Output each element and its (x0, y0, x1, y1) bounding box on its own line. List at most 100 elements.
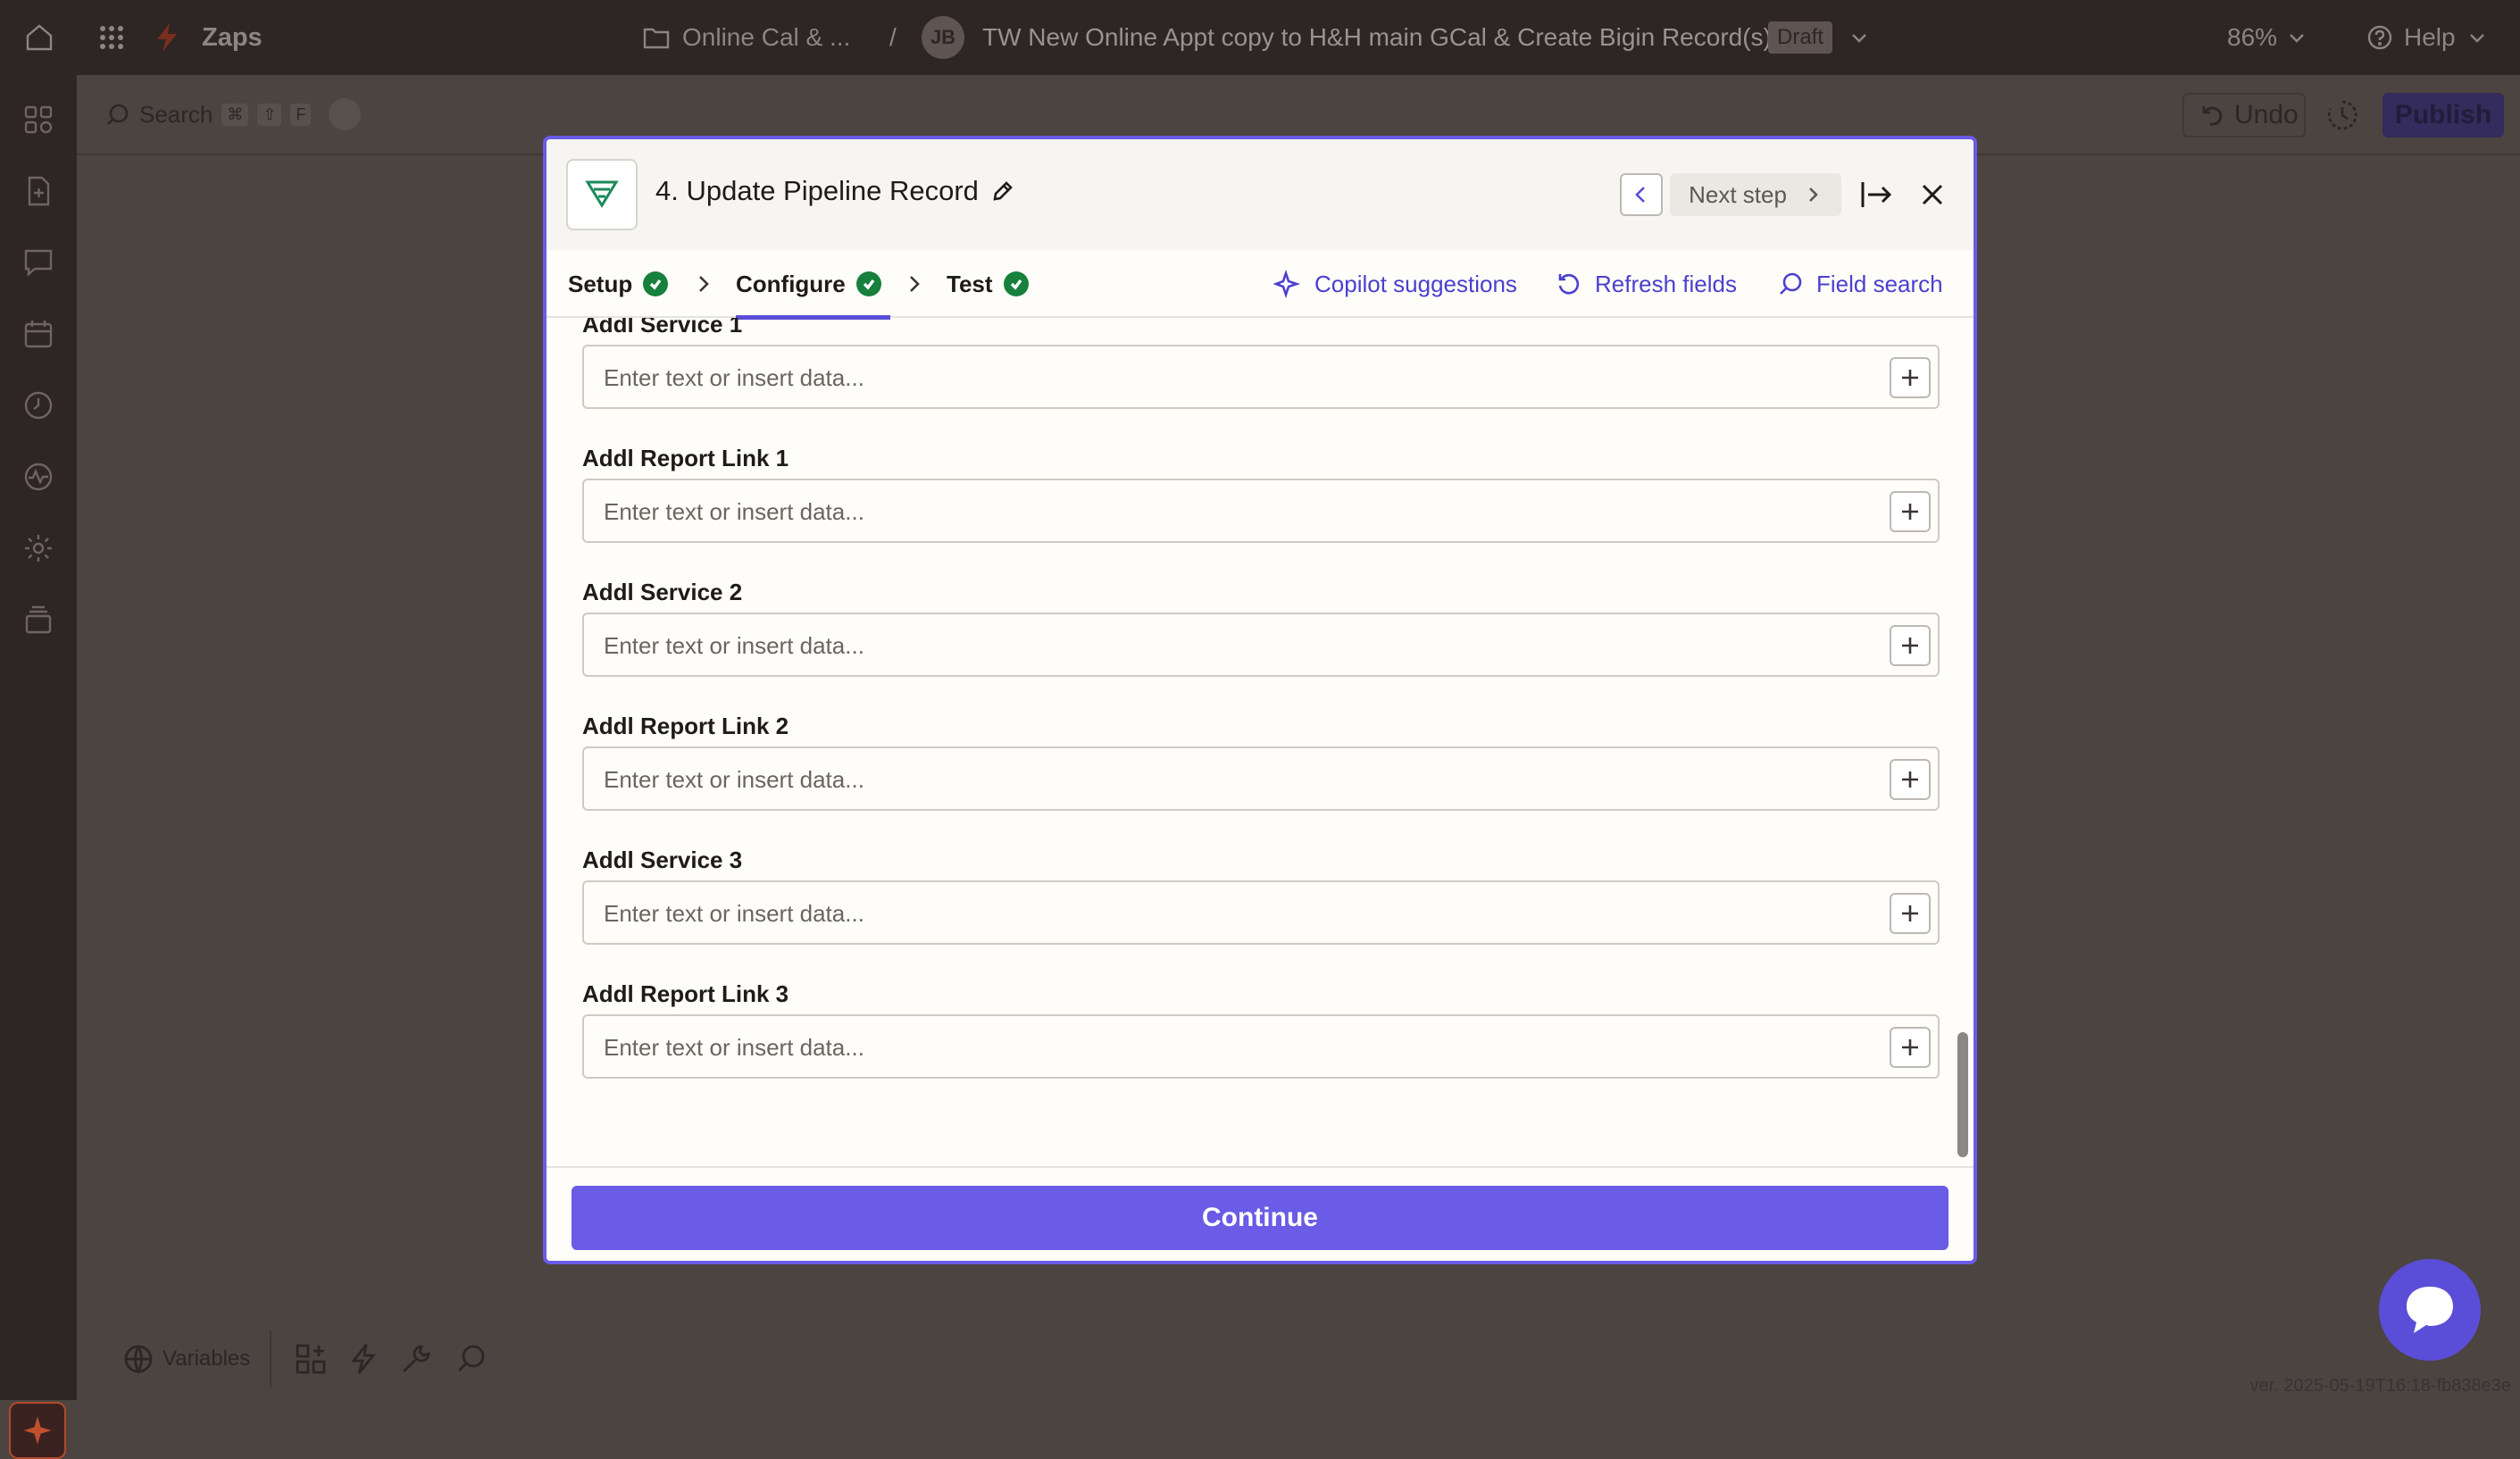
history-icon[interactable] (22, 389, 54, 421)
refresh-icon (1558, 273, 1580, 295)
app-name[interactable]: Zaps (202, 0, 263, 75)
plus-icon (1902, 370, 1918, 386)
zap-title[interactable]: TW New Online Appt copy to H&H main GCal… (982, 0, 1772, 75)
help-button[interactable]: Help (2366, 0, 2488, 75)
chevron-right-icon (904, 273, 925, 299)
folder-breadcrumb[interactable]: Online Cal & ... (643, 0, 850, 75)
status-dot (329, 98, 362, 130)
zoom-control[interactable]: 86% (2227, 0, 2307, 75)
help-icon (2367, 25, 2392, 50)
left-rail (0, 75, 77, 1459)
refresh-fields-button[interactable]: Refresh fields (1556, 250, 1737, 318)
tab-setup[interactable]: Setup (568, 250, 669, 318)
insert-data-button[interactable] (1890, 357, 1931, 398)
owner-avatar-wrap: JB (922, 0, 964, 75)
detach-panel-icon[interactable] (1859, 179, 1893, 215)
fields-list: Addl Service 1 Enter text or insert data… (547, 318, 1973, 1211)
field-placeholder: Enter text or insert data... (604, 632, 864, 659)
avatar[interactable]: JB (922, 16, 964, 59)
ai-assistant-button[interactable] (9, 1402, 66, 1459)
status-badge: Draft (1768, 21, 1833, 54)
field-search-button[interactable]: Field search (1777, 250, 1943, 318)
activity-icon[interactable] (22, 461, 54, 493)
insert-data-button[interactable] (1890, 759, 1931, 800)
close-icon[interactable] (1916, 179, 1948, 215)
chevron-down-icon (2469, 34, 2484, 43)
field-input-addl-service-1[interactable]: Enter text or insert data... (582, 345, 1940, 409)
zap-menu-chevron-icon[interactable] (1848, 0, 1870, 75)
document-icon[interactable] (22, 175, 54, 207)
undo-button[interactable]: Undo (2182, 93, 2306, 138)
canvas-search[interactable]: Search ⌘ ⇧ F (105, 98, 362, 130)
draft-badge-wrap: Draft (1768, 0, 1833, 75)
tab-label: Setup (568, 270, 633, 297)
tab-configure[interactable]: Configure (736, 250, 890, 320)
layers-icon[interactable] (22, 604, 54, 636)
chevron-right-icon (693, 273, 714, 299)
globe-icon (124, 1345, 153, 1374)
wrench-icon[interactable] (400, 1343, 432, 1375)
insert-data-button[interactable] (1890, 491, 1931, 532)
app-grid-icon[interactable] (98, 0, 125, 75)
bolt-icon[interactable] (350, 1343, 377, 1375)
scrollbar[interactable] (1957, 1032, 1968, 1157)
field-label: Addl Report Link 2 (582, 713, 789, 739)
continue-button[interactable]: Continue (572, 1186, 1948, 1250)
previous-step-button[interactable] (1620, 173, 1663, 216)
chat-support-button[interactable] (2379, 1259, 2481, 1361)
next-step-label: Next step (1689, 180, 1787, 208)
settings-icon[interactable] (22, 532, 54, 564)
zap-bolt-icon (154, 0, 180, 75)
field-input-addl-report-link-3[interactable]: Enter text or insert data... (582, 1014, 1940, 1079)
zoom-level: 86% (2227, 23, 2278, 51)
copilot-suggestions-button[interactable]: Copilot suggestions (1273, 250, 1517, 318)
help-label: Help (2404, 23, 2456, 51)
insert-data-button[interactable] (1890, 893, 1931, 934)
undo-label: Undo (2234, 100, 2299, 129)
breadcrumb-separator: / (889, 23, 897, 51)
edit-pencil-icon[interactable] (991, 179, 1014, 203)
search-icon[interactable] (455, 1343, 488, 1375)
sparkle-icon (23, 1416, 52, 1445)
version-history-icon[interactable] (2325, 98, 2359, 137)
calendar-icon[interactable] (22, 318, 54, 350)
apps-icon[interactable] (22, 104, 54, 136)
add-app-icon[interactable] (295, 1343, 327, 1375)
step-title[interactable]: 4. Update Pipeline Record (655, 175, 1014, 207)
variables-button[interactable]: Variables (105, 1330, 272, 1388)
variables-label: Variables (163, 1346, 251, 1371)
next-step-button[interactable]: Next step (1670, 173, 1841, 216)
field-label: Addl Report Link 1 (582, 445, 789, 471)
field-label: Addl Report Link 3 (582, 980, 789, 1007)
shortcut-key: F (290, 103, 312, 126)
folder-name: Online Cal & ... (682, 23, 851, 51)
insert-data-button[interactable] (1890, 1027, 1931, 1068)
tab-test[interactable]: Test (947, 250, 1029, 318)
search-icon (1780, 272, 1802, 295)
field-placeholder: Enter text or insert data... (604, 1034, 864, 1061)
copilot-label: Copilot suggestions (1314, 270, 1517, 297)
field-input-addl-service-3[interactable]: Enter text or insert data... (582, 880, 1940, 945)
field-input-addl-report-link-1[interactable]: Enter text or insert data... (582, 479, 1940, 543)
plus-icon (1902, 504, 1918, 520)
check-circle-icon (643, 271, 669, 296)
bigin-app-icon (566, 159, 638, 230)
sparkle-icon (1273, 270, 1301, 298)
refresh-label: Refresh fields (1595, 270, 1737, 297)
insert-data-button[interactable] (1890, 625, 1931, 666)
field-label: Addl Service 3 (582, 846, 743, 873)
plus-icon (1902, 1039, 1918, 1055)
chat-icon[interactable] (22, 246, 54, 279)
field-input-addl-report-link-2[interactable]: Enter text or insert data... (582, 746, 1940, 811)
chat-bubble-icon (2407, 1287, 2453, 1333)
field-placeholder: Enter text or insert data... (604, 766, 864, 793)
tab-label: Configure (736, 270, 846, 297)
publish-button[interactable]: Publish (2382, 93, 2504, 138)
field-label: Addl Service 2 (582, 579, 743, 605)
check-circle-icon (855, 271, 881, 296)
field-label: Addl Service 1 (582, 318, 743, 338)
home-icon[interactable] (23, 0, 55, 75)
modal-header: 4. Update Pipeline Record Next step (547, 139, 1973, 250)
field-input-addl-service-2[interactable]: Enter text or insert data... (582, 613, 1940, 677)
field-placeholder: Enter text or insert data... (604, 364, 864, 391)
